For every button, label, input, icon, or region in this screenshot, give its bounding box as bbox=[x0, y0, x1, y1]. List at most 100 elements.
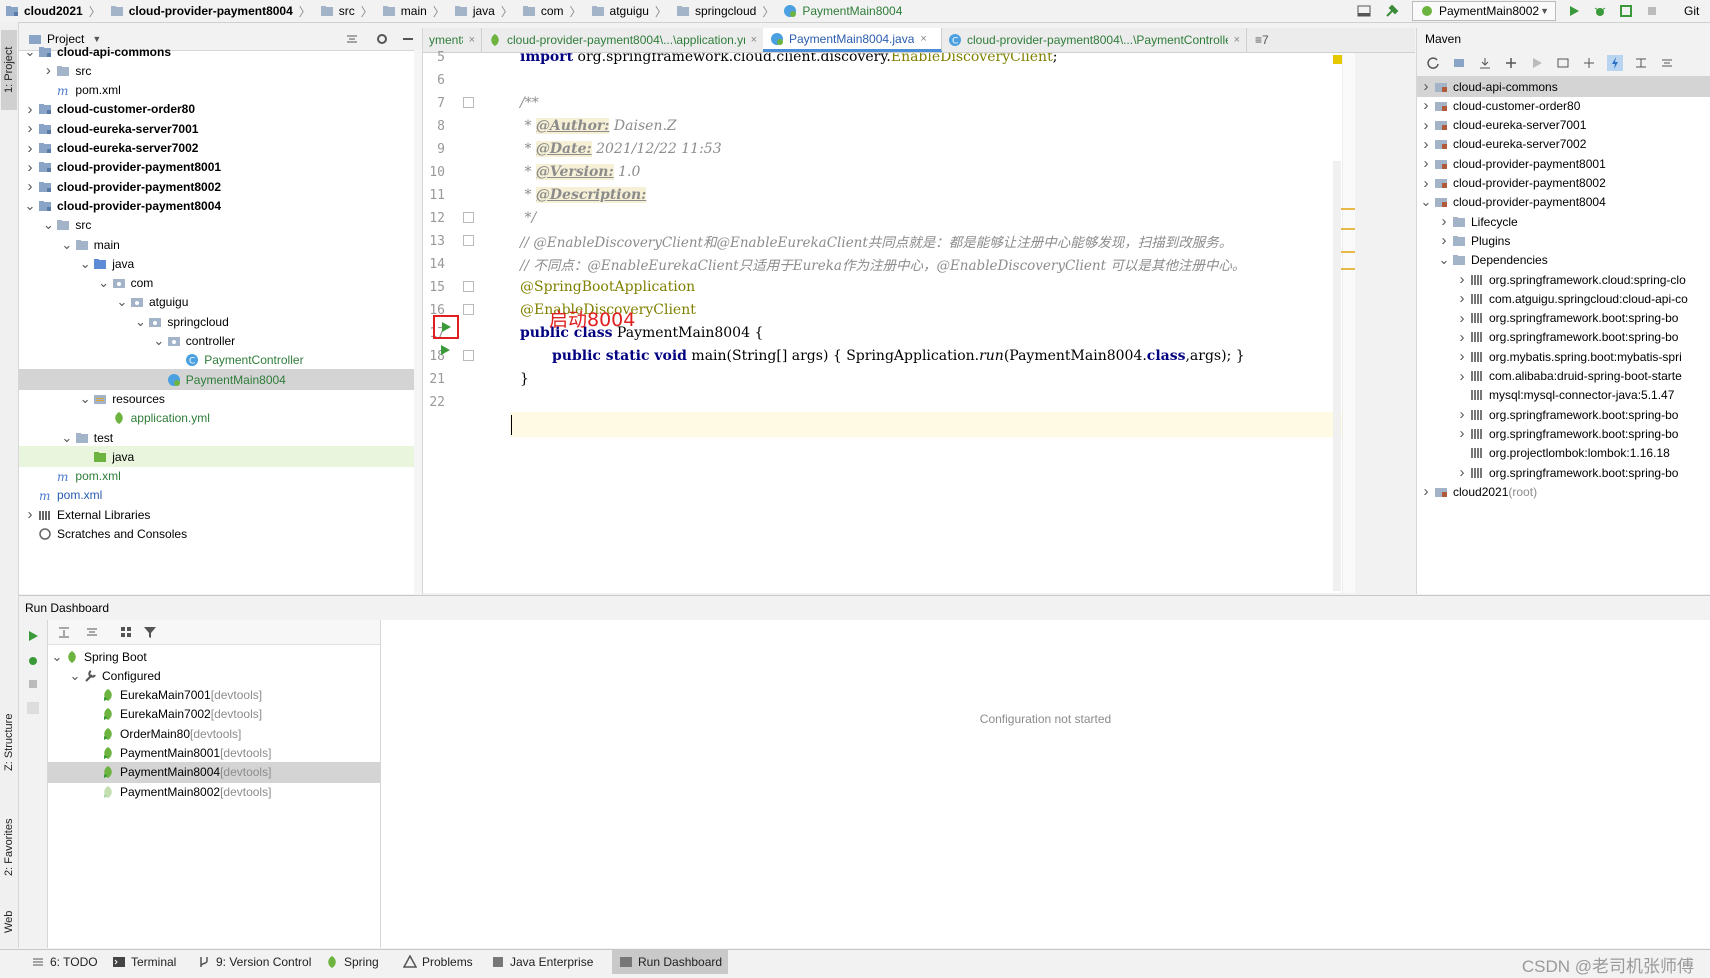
project-tree-item[interactable]: › src bbox=[19, 60, 414, 81]
close-icon[interactable]: × bbox=[751, 34, 757, 46]
run-config-item[interactable]: ⌄ Configured bbox=[48, 665, 380, 686]
chevron-right-icon[interactable]: › bbox=[1419, 78, 1433, 95]
run-icon[interactable] bbox=[1566, 3, 1582, 19]
project-tree-item[interactable]: Scratches and Consoles bbox=[19, 524, 414, 545]
project-tree-item[interactable]: ⌄ java bbox=[19, 253, 414, 274]
project-tree-item[interactable]: application.yml bbox=[19, 408, 414, 429]
editor-tab[interactable]: cloud-provider-payment8004\...\applicati… bbox=[481, 28, 764, 52]
collapse-all-icon[interactable] bbox=[84, 624, 100, 640]
tab-favorites[interactable]: 2: Favorites bbox=[1, 802, 17, 892]
chevron-down-icon[interactable]: ⌄ bbox=[50, 649, 64, 665]
chevron-right-icon[interactable]: › bbox=[23, 120, 37, 137]
breadcrumb-item[interactable]: java 〉 bbox=[449, 0, 517, 22]
chevron-down-icon[interactable]: ⌄ bbox=[68, 668, 82, 684]
breadcrumb-item[interactable]: src 〉 bbox=[315, 0, 377, 22]
chevron-down-icon[interactable]: ⌄ bbox=[133, 314, 147, 330]
maven-tree-item[interactable]: › org.springframework.boot:spring-bo bbox=[1417, 462, 1710, 483]
maven-tree-item[interactable]: › org.springframework.boot:spring-bo bbox=[1417, 308, 1710, 329]
run-config-item[interactable]: OrderMain80 [devtools] bbox=[48, 723, 380, 744]
project-tree-item[interactable]: m pom.xml bbox=[19, 466, 414, 487]
download-icon[interactable] bbox=[1477, 55, 1493, 71]
maven-tree-item[interactable]: › cloud-eureka-server7001 bbox=[1417, 115, 1710, 136]
maven-tree-item[interactable]: › cloud-eureka-server7002 bbox=[1417, 134, 1710, 155]
maven-tree-item[interactable]: › cloud2021 (root) bbox=[1417, 481, 1710, 502]
maven-tree-item[interactable]: › Lifecycle bbox=[1417, 211, 1710, 232]
chevron-down-icon[interactable]: ⌄ bbox=[23, 44, 37, 60]
chevron-down-icon[interactable]: ⌄ bbox=[60, 237, 74, 253]
project-tree-item[interactable]: ⌄ atguigu bbox=[19, 292, 414, 313]
chevron-right-icon[interactable]: › bbox=[1455, 310, 1469, 327]
skip-tests-icon[interactable] bbox=[1607, 55, 1623, 71]
editor-scroll-thumb[interactable] bbox=[1333, 161, 1341, 591]
maven-tree-item[interactable]: › org.springframework.cloud:spring-clo bbox=[1417, 269, 1710, 290]
project-tree-item[interactable]: m pom.xml bbox=[19, 485, 414, 506]
run-config-select[interactable]: PaymentMain8002 ▼ bbox=[1412, 1, 1556, 21]
filter-icon[interactable] bbox=[142, 624, 158, 640]
breadcrumb-item[interactable]: cloud2021 〉 bbox=[0, 0, 105, 22]
maven-tree-item[interactable]: ⌄ cloud-provider-payment8004 bbox=[1417, 192, 1710, 213]
fold-marker-icon[interactable] bbox=[463, 97, 474, 108]
bottom-tab[interactable]: Problems bbox=[396, 950, 479, 974]
maven-tree-item[interactable]: › com.alibaba:druid-spring-boot-starte bbox=[1417, 366, 1710, 387]
project-tree-item[interactable]: ⌄ springcloud bbox=[19, 311, 414, 332]
editor-tab[interactable]: Ccloud-provider-payment8004\...\PaymentC… bbox=[941, 28, 1247, 52]
chevron-down-icon[interactable]: ⌄ bbox=[23, 198, 37, 214]
reimport-icon[interactable] bbox=[1451, 55, 1467, 71]
maven-tree-item[interactable]: › cloud-customer-order80 bbox=[1417, 95, 1710, 116]
chevron-right-icon[interactable]: › bbox=[41, 62, 55, 79]
editor-scrollbar[interactable] bbox=[1342, 53, 1355, 593]
project-scrollbar[interactable] bbox=[414, 50, 422, 594]
chevron-right-icon[interactable]: › bbox=[1455, 464, 1469, 481]
chevron-right-icon[interactable]: › bbox=[23, 101, 37, 118]
run-config-item[interactable]: PaymentMain8004 [devtools] bbox=[48, 761, 380, 783]
project-tree-item[interactable]: › External Libraries bbox=[19, 504, 414, 525]
maven-tree-item[interactable]: ⌄ Dependencies bbox=[1417, 250, 1710, 271]
collapse-all-icon[interactable] bbox=[1659, 55, 1675, 71]
project-tree-item[interactable]: ⌄ main bbox=[19, 234, 414, 255]
project-tree-item[interactable]: ⌄ cloud-provider-payment8004 bbox=[19, 195, 414, 216]
chevron-right-icon[interactable]: › bbox=[1437, 232, 1451, 249]
bottom-tab[interactable]: 6: TODO bbox=[24, 950, 104, 974]
chevron-right-icon[interactable]: › bbox=[1419, 155, 1433, 172]
layout-icon[interactable] bbox=[1356, 3, 1372, 19]
chevron-down-icon[interactable]: ⌄ bbox=[78, 391, 92, 407]
execute-goal-icon[interactable] bbox=[1555, 55, 1571, 71]
chevron-down-icon[interactable]: ⌄ bbox=[60, 430, 74, 446]
run-config-item[interactable]: EurekaMain7002 [devtools] bbox=[48, 704, 380, 725]
chevron-right-icon[interactable]: › bbox=[1419, 136, 1433, 153]
project-tree-item[interactable]: › cloud-eureka-server7002 bbox=[19, 138, 414, 159]
run-config-item[interactable]: EurekaMain7001 [devtools] bbox=[48, 685, 380, 706]
run-config-item[interactable]: PaymentMain8001 [devtools] bbox=[48, 743, 380, 764]
run-config-item[interactable]: PaymentMain8002 [devtools] bbox=[48, 781, 380, 802]
bottom-tab[interactable]: Run Dashboard bbox=[612, 950, 729, 974]
show-dependencies-icon[interactable] bbox=[1633, 55, 1649, 71]
chevron-right-icon[interactable]: › bbox=[1419, 483, 1433, 500]
project-tree-item[interactable]: ⌄ com bbox=[19, 273, 414, 294]
tab-list-menu[interactable]: ≡7 bbox=[1249, 28, 1275, 52]
run-gutter-icon[interactable] bbox=[438, 343, 452, 357]
maven-tree-item[interactable]: › Plugins bbox=[1417, 230, 1710, 251]
breadcrumb-item[interactable]: atguigu 〉 bbox=[586, 0, 671, 22]
code-editor[interactable]: import org.springframework.cloud.client.… bbox=[510, 53, 1355, 593]
toggle-offline-icon[interactable] bbox=[1581, 55, 1597, 71]
maven-tree-item[interactable]: › com.atguigu.springcloud:cloud-api-co bbox=[1417, 288, 1710, 309]
project-tree-item[interactable]: java bbox=[19, 446, 414, 468]
reload-icon[interactable] bbox=[1425, 55, 1441, 71]
fold-marker-icon[interactable] bbox=[463, 235, 474, 246]
tab-structure[interactable]: Z: Structure bbox=[1, 702, 17, 782]
chevron-right-icon[interactable]: › bbox=[23, 178, 37, 195]
chevron-down-icon[interactable]: ⌄ bbox=[1437, 252, 1451, 268]
chevron-right-icon[interactable]: › bbox=[1455, 425, 1469, 442]
group-by-icon[interactable] bbox=[118, 624, 134, 640]
editor-tab[interactable]: yment8004 × bbox=[423, 28, 482, 52]
warning-marker-icon[interactable] bbox=[1333, 55, 1342, 64]
chevron-down-icon[interactable]: ⌄ bbox=[78, 256, 92, 272]
coverage-icon[interactable] bbox=[1618, 3, 1634, 19]
project-tree-item[interactable]: PaymentMain8004 bbox=[19, 369, 414, 391]
maven-tree-item[interactable]: mysql:mysql-connector-java:5.1.47 bbox=[1417, 385, 1710, 406]
maven-tree-item[interactable]: › org.springframework.boot:spring-bo bbox=[1417, 327, 1710, 348]
run-config-item[interactable]: ⌄ Spring Boot bbox=[48, 646, 380, 667]
stop-icon[interactable] bbox=[1644, 3, 1660, 19]
breadcrumb-item[interactable]: com 〉 bbox=[517, 0, 586, 22]
maven-tree-item[interactable]: › org.springframework.boot:spring-bo bbox=[1417, 404, 1710, 425]
